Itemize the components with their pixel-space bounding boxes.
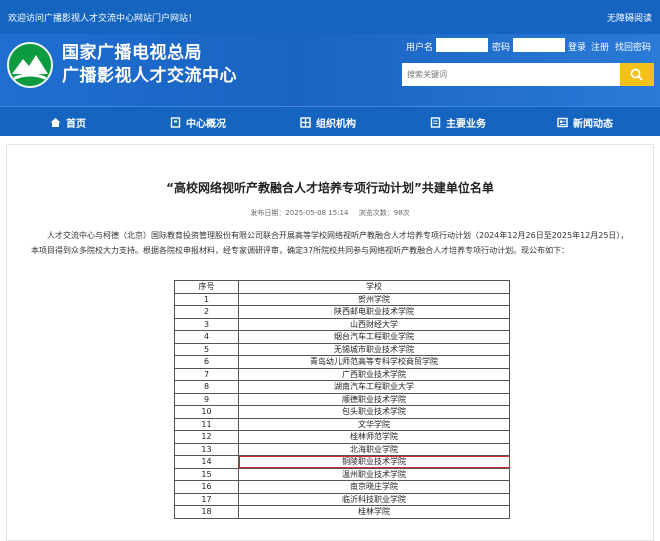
header-school: 学校 bbox=[238, 280, 510, 294]
search-button[interactable] bbox=[620, 63, 654, 86]
search-box bbox=[402, 63, 654, 86]
row-number: 14 bbox=[174, 455, 239, 469]
row-number: 10 bbox=[174, 405, 239, 419]
row-school-name: 陕西邮电职业技术学院 bbox=[238, 305, 510, 319]
table-row: 8 湖南汽车工程职业大学 bbox=[174, 380, 510, 394]
row-number: 12 bbox=[174, 430, 239, 444]
row-school-name: 铜陵职业技术学院 bbox=[238, 455, 510, 469]
search-input[interactable] bbox=[402, 63, 620, 86]
row-number: 11 bbox=[174, 417, 239, 431]
document-icon bbox=[430, 116, 441, 128]
view-count: 浏览次数：98次 bbox=[358, 209, 410, 217]
building-icon bbox=[170, 116, 181, 128]
row-school-name: 南京晓庄学院 bbox=[238, 480, 510, 494]
row-school-name: 临沂科技职业学院 bbox=[238, 492, 510, 506]
top-bar: 欢迎访问广播影视人才交流中心网站门户网站！ 无障碍阅读 bbox=[0, 0, 660, 34]
school-list-table: 序号 学校 1 贺州学院 2 陕西邮电职业技术学院 3 山西财经大学 4 烟台汽车工程职业学院… bbox=[174, 280, 510, 519]
row-school-name: 包头职业技术学院 bbox=[238, 405, 510, 419]
nav-item-overview[interactable]: 中心概况 bbox=[170, 107, 226, 137]
table-row: 9 顺德职业技术学院 bbox=[174, 392, 510, 406]
nav-item-news[interactable]: 新闻动态 bbox=[557, 107, 613, 137]
row-school-name: 顺德职业技术学院 bbox=[238, 392, 510, 406]
article-title: “高校网络视听产教融合人才培养专项行动计划”共建单位名单 bbox=[166, 181, 494, 195]
row-number: 4 bbox=[174, 330, 239, 344]
login-link[interactable]: 登录 bbox=[568, 40, 586, 53]
username-label: 用户名 bbox=[406, 43, 434, 53]
row-number: 18 bbox=[174, 505, 239, 519]
site-subtitle: 广播影视人才交流中心 bbox=[62, 66, 237, 86]
row-school-name: 广西职业技术学院 bbox=[238, 367, 510, 381]
article-body: 人才交流中心与柯德（北京）国际教育投资管理股份有限公司联合开展高等学校网络视听产… bbox=[31, 231, 629, 255]
row-number: 7 bbox=[174, 367, 239, 381]
forgot-password-link[interactable]: 找回密码 bbox=[615, 40, 651, 53]
article-meta: 发布日期：2025-05-08 15:14 浏览次数：98次 bbox=[7, 208, 653, 218]
site-title: 国家广播电视总局 bbox=[62, 43, 202, 63]
row-school-name: 温州职业技术学院 bbox=[238, 467, 510, 481]
table-row: 18 桂林学院 bbox=[174, 505, 510, 519]
home-icon bbox=[50, 117, 61, 127]
nav-item-business[interactable]: 主要业务 bbox=[430, 107, 486, 137]
table-row: 16 南京晓庄学院 bbox=[174, 480, 510, 494]
table-row: 10 包头职业技术学院 bbox=[174, 405, 510, 419]
row-school-name: 北海职业学院 bbox=[238, 442, 510, 456]
row-number: 16 bbox=[174, 480, 239, 494]
site-header: 国家广播电视总局 广播影视人才交流中心 用户名 密码 登录 注册 找回密码 bbox=[0, 34, 660, 106]
row-number: 17 bbox=[174, 492, 239, 506]
accessible-reading-link[interactable]: 无障碍阅读 bbox=[607, 11, 652, 24]
table-row: 17 临沂科技职业学院 bbox=[174, 492, 510, 506]
table-row: 13 北海职业学院 bbox=[174, 442, 510, 456]
row-number: 6 bbox=[174, 355, 239, 369]
table-row: 1 贺州学院 bbox=[174, 292, 510, 306]
row-number: 15 bbox=[174, 467, 239, 481]
news-icon bbox=[557, 117, 568, 127]
password-label: 密码 bbox=[492, 43, 511, 53]
row-school-name: 贺州学院 bbox=[238, 292, 510, 306]
table-row: 2 陕西邮电职业技术学院 bbox=[174, 305, 510, 319]
nav-label: 中心概况 bbox=[186, 118, 226, 130]
publish-date: 发布日期：2025-05-08 15:14 bbox=[250, 209, 349, 217]
table-row: 15 温州职业技术学院 bbox=[174, 467, 510, 481]
row-school-name: 文华学院 bbox=[238, 417, 510, 431]
row-school-name: 桂林学院 bbox=[238, 505, 510, 519]
welcome-text: 欢迎访问广播影视人才交流中心网站门户网站！ bbox=[8, 14, 198, 24]
table-row: 3 山西财经大学 bbox=[174, 317, 510, 331]
row-number: 1 bbox=[174, 292, 239, 306]
row-school-name: 山西财经大学 bbox=[238, 317, 510, 331]
green-mountain-logo-icon[interactable] bbox=[7, 42, 53, 88]
table-row: 4 烟台汽车工程职业学院 bbox=[174, 330, 510, 344]
row-number: 3 bbox=[174, 317, 239, 331]
main-nav: 首页 中心概况 组织机构 主要业务 新闻动态 bbox=[0, 106, 660, 136]
row-school-name: 无锡城市职业技术学院 bbox=[238, 342, 510, 356]
nav-label: 首页 bbox=[66, 118, 86, 130]
username-input[interactable] bbox=[436, 38, 488, 52]
row-school-name: 湖南汽车工程职业大学 bbox=[238, 380, 510, 394]
nav-item-home[interactable]: 首页 bbox=[50, 107, 86, 137]
register-link[interactable]: 注册 bbox=[591, 40, 609, 53]
nav-label: 新闻动态 bbox=[573, 118, 613, 130]
search-icon bbox=[630, 68, 643, 81]
nav-item-organization[interactable]: 组织机构 bbox=[300, 107, 356, 137]
row-school-name: 桂林师范学院 bbox=[238, 430, 510, 444]
nav-label: 组织机构 bbox=[316, 118, 356, 130]
row-number: 13 bbox=[174, 442, 239, 456]
row-number: 8 bbox=[174, 380, 239, 394]
row-school-name: 青岛幼儿师范高等专科学校商贸学院 bbox=[238, 355, 510, 369]
org-icon bbox=[300, 116, 311, 128]
table-row: 12 桂林师范学院 bbox=[174, 430, 510, 444]
table-row: 14 铜陵职业技术学院 bbox=[174, 455, 510, 469]
table-row: 5 无锡城市职业技术学院 bbox=[174, 342, 510, 356]
table-row: 7 广西职业技术学院 bbox=[174, 367, 510, 381]
row-number: 2 bbox=[174, 305, 239, 319]
nav-label: 主要业务 bbox=[446, 118, 486, 130]
table-row: 6 青岛幼儿师范高等专科学校商贸学院 bbox=[174, 355, 510, 369]
table-header-row: 序号 学校 bbox=[174, 280, 510, 294]
password-input[interactable] bbox=[513, 38, 565, 52]
header-number: 序号 bbox=[174, 280, 239, 294]
article-panel: “高校网络视听产教融合人才培养专项行动计划”共建单位名单 发布日期：2025-0… bbox=[6, 144, 654, 541]
row-school-name: 烟台汽车工程职业学院 bbox=[238, 330, 510, 344]
table-row: 11 文华学院 bbox=[174, 417, 510, 431]
row-number: 9 bbox=[174, 392, 239, 406]
row-number: 5 bbox=[174, 342, 239, 356]
